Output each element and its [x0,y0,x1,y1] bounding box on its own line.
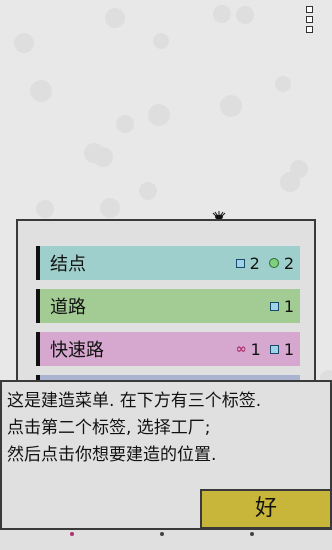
resource-cost: 2 2 [235,253,294,273]
spider-icon [212,211,226,219]
resource-cost: 1 [269,296,294,316]
background-dot [14,33,34,53]
tab-fragment [70,532,74,536]
infinity-icon: ∞ [235,341,247,357]
ok-button[interactable]: 好 [200,489,332,529]
circle-node-icon [268,258,279,268]
background-dot [100,198,120,218]
square-node-icon [269,301,279,311]
tab-fragment [160,532,164,536]
overflow-menu-icon[interactable] [306,6,314,36]
build-item-road[interactable]: 道路 1 [36,289,300,323]
background-dot [213,5,231,23]
resource-value: 1 [283,296,294,316]
build-item-expressway[interactable]: 快速路 ∞ 1 1 [36,332,300,366]
background-dot [236,6,254,24]
background-dot [139,182,157,200]
square-node-icon [235,258,245,268]
build-item-node[interactable]: 结点 2 2 [36,246,300,280]
background-dot [93,147,113,167]
resource-value: 2 [249,253,260,273]
background-dot [105,8,125,28]
background-dot [275,76,291,92]
background-dot [116,115,134,133]
tutorial-message: 这是建造菜单. 在下方有三个标签. 点击第二个标签, 选择工厂; 然后点击你想要… [7,391,262,465]
build-item-label: 快速路 [50,340,104,361]
resource-cost: ∞ 1 1 [236,340,294,359]
square-node-icon [269,344,279,354]
resource-value: 1 [250,339,261,359]
tab-fragment [250,532,254,536]
resource-value: 2 [283,253,294,273]
background-dot [280,172,300,192]
background-dot [36,200,54,218]
background-dot [148,104,170,126]
background-dot [30,80,52,102]
tutorial-dialog: 这是建造菜单. 在下方有三个标签. 点击第二个标签, 选择工厂; 然后点击你想要… [0,380,332,530]
build-item-label: 道路 [50,297,86,318]
background-dot [220,95,242,117]
build-item-label: 结点 [50,254,86,275]
bottom-tab-strip [0,530,332,550]
background-dot [153,33,169,49]
resource-value: 1 [283,339,294,359]
